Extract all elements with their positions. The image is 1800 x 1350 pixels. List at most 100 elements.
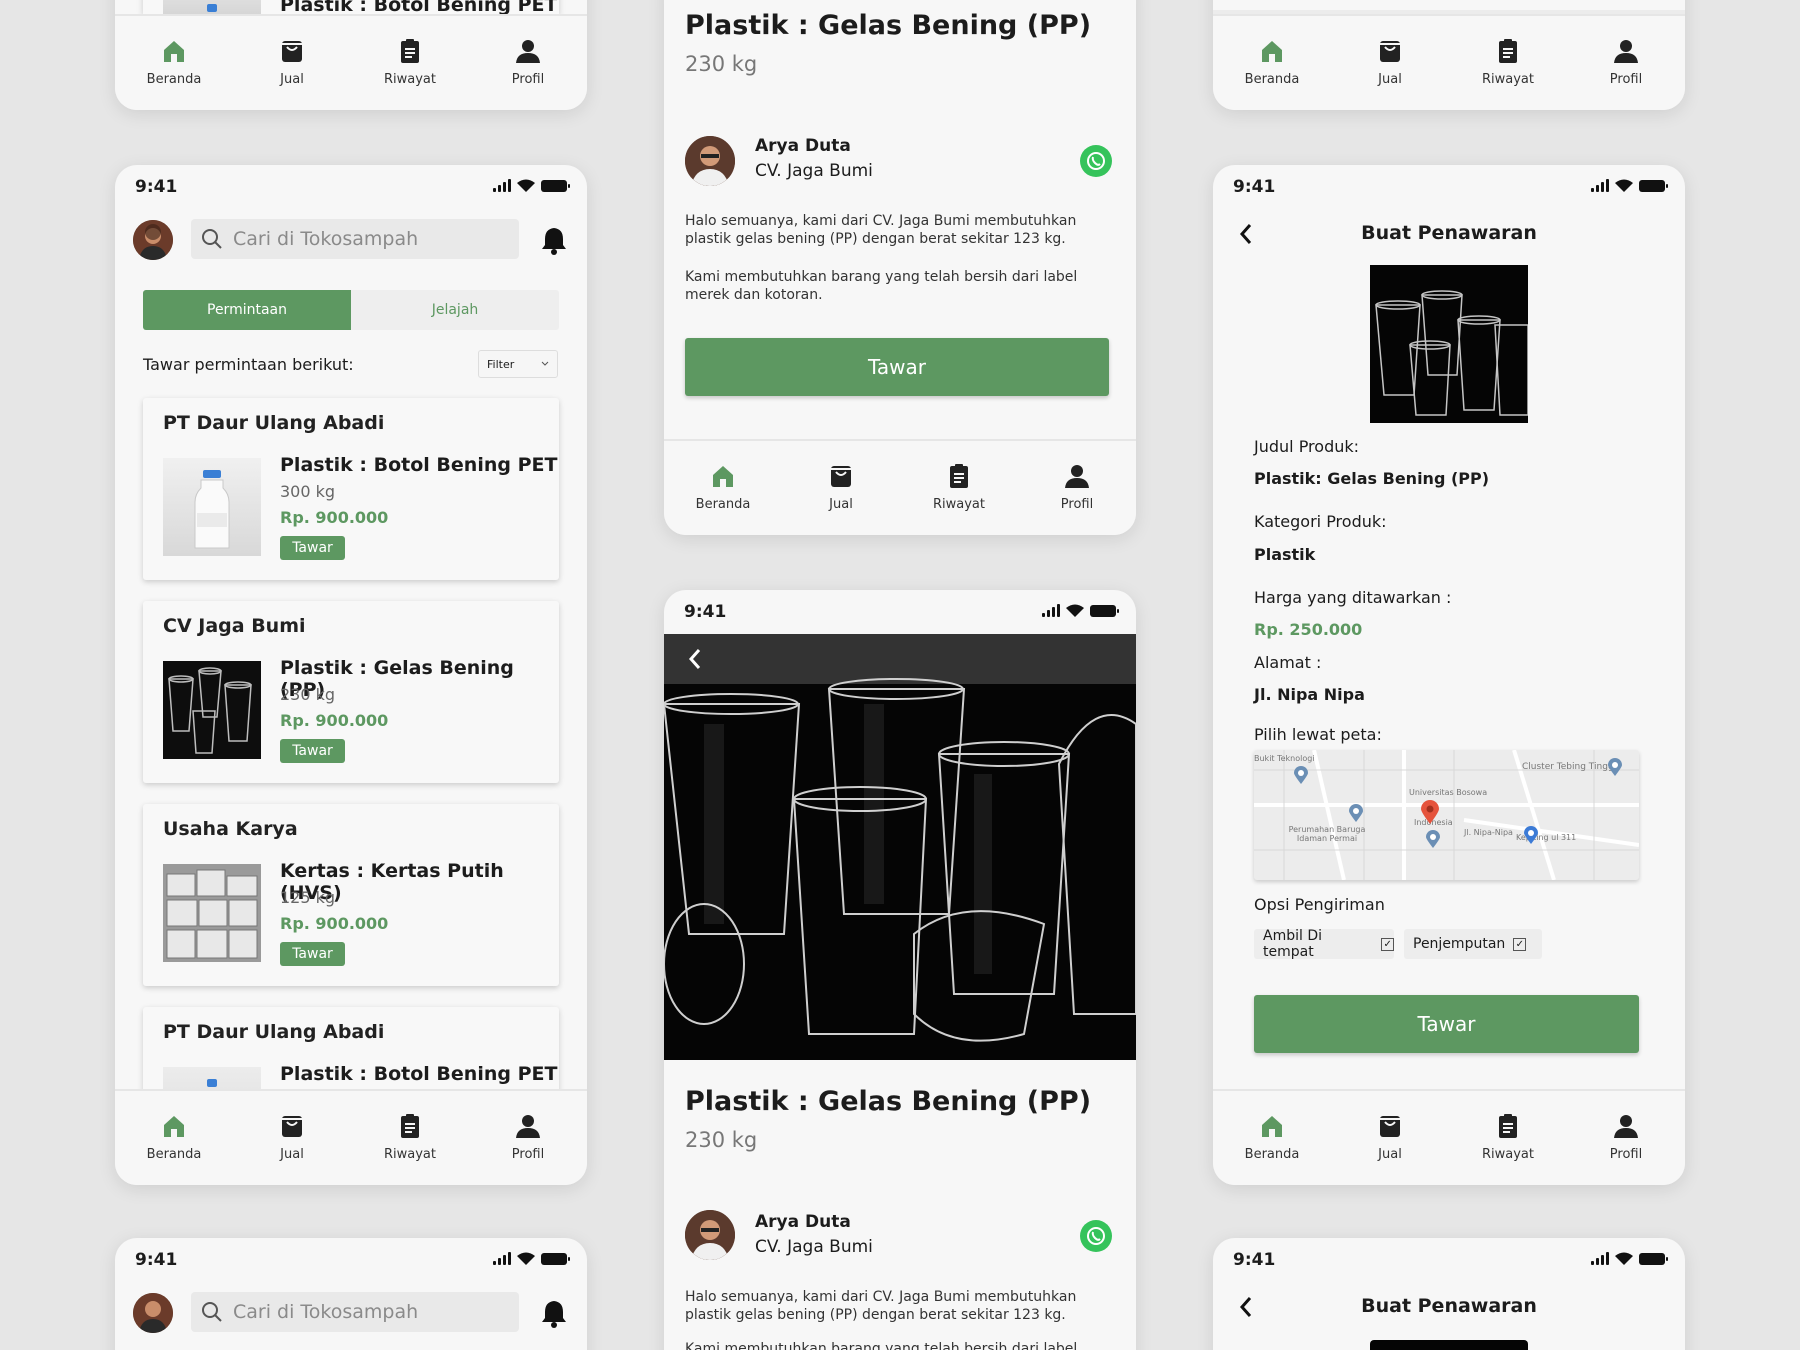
search-placeholder: Cari di Tokosampah	[233, 1301, 419, 1323]
phone-top-left-partial: Plastik : Botol Bening PET Beranda Jual …	[115, 0, 587, 110]
nav-home[interactable]: Beranda	[115, 16, 233, 110]
list-prompt: Tawar permintaan berikut:	[143, 355, 354, 374]
request-card[interactable]: CV Jaga Bumi Plastik : Gelas Bening (PP)…	[143, 601, 559, 783]
tawar-button[interactable]: Tawar	[280, 942, 345, 966]
nav-profile[interactable]: Profil	[1567, 1091, 1685, 1185]
signal-icon	[1591, 1252, 1609, 1265]
phone-make-offer: 9:41 Buat Penawaran Judul Produk: Plasti…	[1213, 165, 1685, 1185]
whatsapp-button[interactable]	[1080, 1220, 1112, 1252]
product-value: Plastik: Gelas Bening (PP)	[1254, 469, 1490, 488]
nav-home[interactable]: Beranda	[115, 1091, 233, 1185]
whatsapp-button[interactable]	[1080, 145, 1112, 177]
battery-icon	[1090, 605, 1119, 617]
nav-home[interactable]: Beranda	[1213, 1091, 1331, 1185]
nav-profile[interactable]: Profil	[469, 1091, 587, 1185]
person-icon	[516, 40, 540, 63]
checkbox-icon[interactable]: ✓	[1381, 937, 1394, 951]
map-label: Pilih lewat peta:	[1254, 725, 1382, 744]
bell-icon[interactable]	[540, 1298, 568, 1328]
nav-sell[interactable]: Jual	[233, 1091, 351, 1185]
back-arrow-icon[interactable]	[688, 648, 702, 670]
nav-history[interactable]: Riwayat	[1449, 16, 1567, 110]
product-hero-image	[664, 634, 1136, 1060]
detail-description-1: Halo semuanya, kami dari CV. Jaga Bumi m…	[685, 1289, 1077, 1323]
nav-history[interactable]: Riwayat	[351, 1091, 469, 1185]
map-label-a: Bukit Teknologi	[1254, 754, 1315, 763]
seller-avatar[interactable]	[685, 1210, 735, 1260]
product-price: Rp. 900.000	[280, 711, 389, 730]
cups-image	[1375, 290, 1529, 416]
nav-sell[interactable]: Jual	[1331, 1091, 1449, 1185]
tab-permintaan[interactable]: Permintaan	[143, 290, 351, 330]
nav-sell-label: Jual	[1378, 1147, 1402, 1162]
nav-sell[interactable]: Jual	[1331, 16, 1449, 110]
nav-home[interactable]: Beranda	[664, 441, 782, 535]
nav-sell[interactable]: Jual	[782, 441, 900, 535]
delivery-option-pickup-service[interactable]: Penjemputan ✓	[1404, 929, 1542, 959]
map-picker[interactable]: Bukit Teknologi Cluster Tebing Tinggi Un…	[1254, 750, 1639, 880]
home-icon	[164, 1116, 184, 1137]
avatar[interactable]	[133, 220, 173, 260]
bottom-nav: Beranda Jual Riwayat Profil	[115, 1089, 587, 1185]
filter-dropdown[interactable]: Filter	[478, 350, 558, 378]
whatsapp-icon	[1087, 1226, 1105, 1246]
bell-icon[interactable]	[540, 225, 568, 255]
nav-profile[interactable]: Profil	[1018, 441, 1136, 535]
nav-history[interactable]: Riwayat	[900, 441, 1018, 535]
seller-avatar[interactable]	[685, 136, 735, 186]
nav-sell[interactable]: Jual	[233, 16, 351, 110]
address-value[interactable]: Jl. Nipa Nipa	[1254, 685, 1365, 704]
shopping-bag-icon	[1380, 41, 1400, 62]
search-icon	[202, 229, 222, 249]
nav-home[interactable]: Beranda	[1213, 16, 1331, 110]
clipboard-icon	[401, 39, 419, 63]
nav-home-label: Beranda	[146, 72, 202, 87]
status-icons	[493, 1252, 570, 1265]
phone-detail-top: Plastik : Gelas Bening (PP) 230 kg Arya …	[664, 0, 1136, 535]
nav-history-label: Riwayat	[1482, 1147, 1534, 1162]
nav-history[interactable]: Riwayat	[351, 16, 469, 110]
tawar-button[interactable]: Tawar	[685, 338, 1109, 396]
tab-jelajah[interactable]: Jelajah	[351, 290, 559, 330]
avatar-image	[685, 136, 735, 186]
nav-profile[interactable]: Profil	[1567, 16, 1685, 110]
nav-home-label: Beranda	[1244, 72, 1300, 87]
bottom-nav: Beranda Jual Riwayat Profil	[1213, 14, 1685, 110]
company-name: PT Daur Ulang Abadi	[163, 412, 385, 434]
delivery-option-pickup-site[interactable]: Ambil Di tempat ✓	[1254, 928, 1394, 960]
avatar[interactable]	[133, 1293, 173, 1333]
nav-profile-label: Profil	[1609, 72, 1643, 87]
price-value[interactable]: Rp. 250.000	[1254, 620, 1362, 639]
tawar-button[interactable]: Tawar	[280, 536, 345, 560]
search-input[interactable]: Cari di Tokosampah	[191, 1292, 519, 1332]
detail-description-2: Kami membutuhkan barang yang telah bersi…	[685, 269, 1078, 303]
avatar-image	[133, 220, 173, 260]
map-label-f: Jl. Nipa-Nipa	[1464, 828, 1513, 837]
delivery-label: Opsi Pengiriman	[1254, 895, 1385, 914]
nav-sell-label: Jual	[829, 497, 853, 512]
seller-company: CV. Jaga Bumi	[755, 1237, 873, 1257]
person-icon	[1614, 40, 1638, 63]
location-marker-icon[interactable]	[1421, 800, 1439, 824]
product-thumb-bottle	[163, 458, 261, 556]
cups-image	[168, 667, 252, 754]
nav-profile[interactable]: Profil	[469, 16, 587, 110]
request-card[interactable]: PT Daur Ulang Abadi Plastik : Botol Beni…	[143, 398, 559, 580]
product-thumb-paper	[163, 864, 261, 962]
status-time: 9:41	[1233, 1250, 1276, 1270]
status-bar: 9:41	[1213, 1238, 1685, 1288]
partial-card: Plastik : Botol Bening PET	[143, 0, 559, 14]
nav-home-label: Beranda	[695, 497, 751, 512]
tawar-button[interactable]: Tawar	[280, 739, 345, 763]
search-input[interactable]: Cari di Tokosampah	[191, 219, 519, 259]
checkbox-icon[interactable]: ✓	[1513, 937, 1527, 951]
request-card[interactable]: Usaha Karya Kertas : Kertas Putih (HVS) …	[143, 804, 559, 986]
product-weight: 300 kg	[280, 482, 336, 501]
nav-history[interactable]: Riwayat	[1449, 1091, 1567, 1185]
shopping-bag-icon	[1380, 1116, 1400, 1137]
signal-icon	[1591, 179, 1609, 192]
bottle-cap	[207, 4, 217, 12]
status-time: 9:41	[684, 602, 727, 622]
submit-offer-button[interactable]: Tawar	[1254, 995, 1639, 1053]
offer-product-image	[1370, 1340, 1528, 1350]
